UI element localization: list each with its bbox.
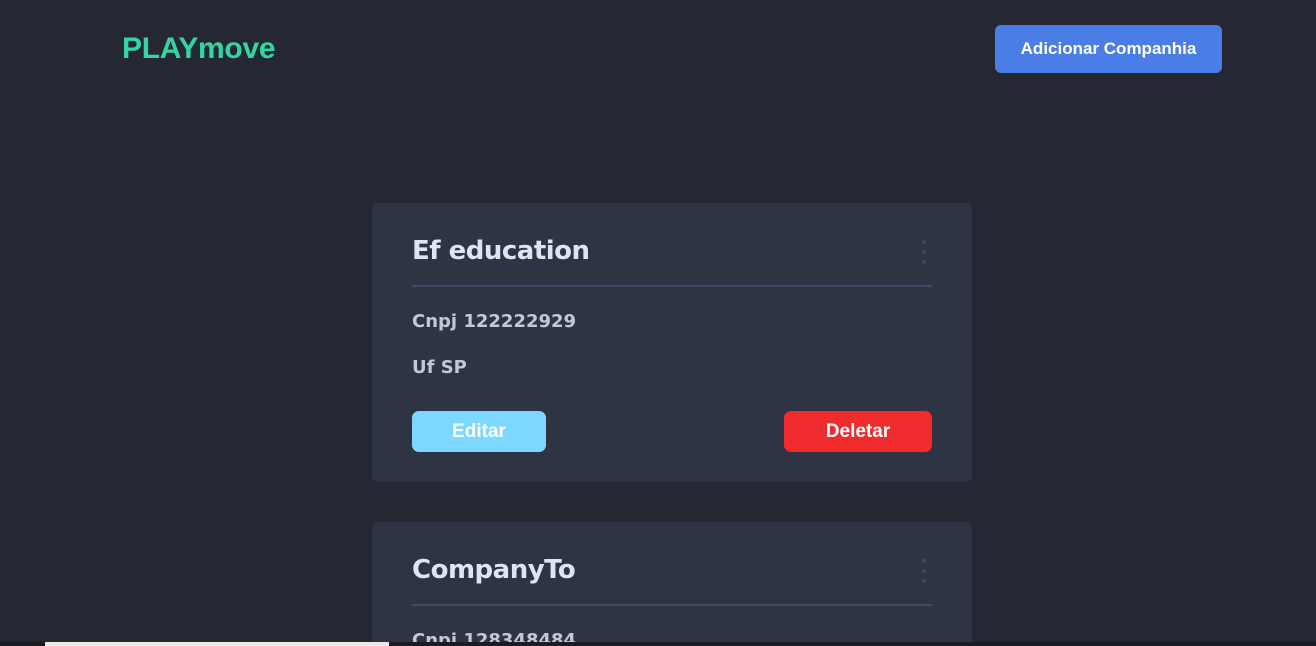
card-divider [412, 604, 932, 606]
company-name: Ef education [412, 236, 590, 266]
logo[interactable]: PLAYmove [122, 31, 276, 67]
company-uf: Uf SP [412, 357, 467, 378]
horizontal-scrollbar[interactable] [0, 642, 1316, 646]
page: PLAYmove Adicionar Companhia Ef educatio… [0, 0, 1316, 646]
delete-button[interactable]: Deletar [784, 411, 932, 452]
menu-dot [922, 579, 926, 583]
add-company-button[interactable]: Adicionar Companhia [995, 25, 1222, 73]
card-divider [412, 285, 932, 287]
more-vertical-icon[interactable] [920, 559, 928, 583]
menu-dot [922, 559, 926, 563]
menu-dot [922, 240, 926, 244]
company-cnpj: Cnpj 122222929 [412, 311, 577, 332]
more-vertical-icon[interactable] [920, 240, 928, 264]
menu-dot [922, 569, 926, 573]
company-name: CompanyTo [412, 555, 576, 585]
company-card: Ef education Cnpj 122222929 Uf SP Editar… [372, 203, 972, 482]
menu-dot [922, 250, 926, 254]
menu-dot [922, 260, 926, 264]
header: PLAYmove Adicionar Companhia [0, 0, 1316, 100]
company-card: CompanyTo Cnpj 128348484 [372, 522, 972, 646]
scrollbar-thumb[interactable] [45, 642, 389, 646]
edit-button[interactable]: Editar [412, 411, 546, 452]
